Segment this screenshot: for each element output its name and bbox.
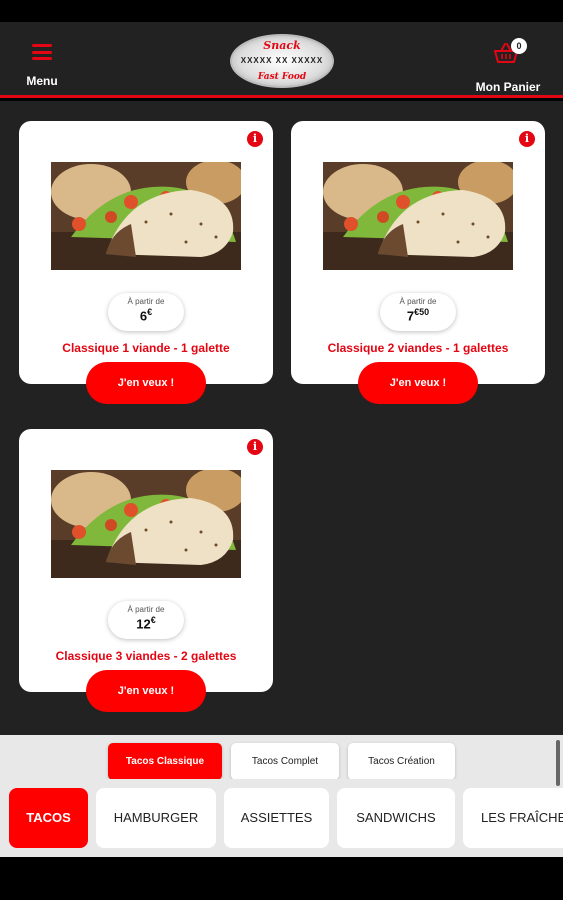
add-to-cart-button[interactable]: J'en veux !	[86, 670, 206, 712]
tab-tacos-complet[interactable]: Tacos Complet	[231, 743, 339, 780]
cart-label: Mon Panier	[475, 80, 541, 94]
cart-button[interactable]: 0 Mon Panier	[473, 36, 543, 94]
price-badge: À partir de 12€	[108, 601, 184, 639]
price-value: 7€50	[406, 307, 430, 324]
tab-tacos-creation[interactable]: Tacos Création	[348, 743, 455, 780]
category-les-fraiches[interactable]: LES FRAÎCHE	[463, 788, 563, 848]
subcategory-bar: Tacos Classique Tacos Complet Tacos Créa…	[0, 735, 563, 780]
menu-label: Menu	[26, 74, 58, 88]
category-bar: TACOS HAMBURGER ASSIETTES SANDWICHS LES …	[0, 779, 563, 857]
add-to-cart-button[interactable]: J'en veux !	[86, 362, 206, 404]
taco-image	[323, 162, 513, 270]
logo-text-bottom: Fast Food	[257, 72, 307, 82]
price-badge: À partir de 6€	[108, 293, 184, 331]
app-root: Menu Snack XXXXX XX XXXXX Fast Food 0 Mo…	[0, 0, 563, 900]
restaurant-logo[interactable]: Snack XXXXX XX XXXXX Fast Food	[230, 34, 334, 88]
info-icon[interactable]: i	[247, 131, 263, 147]
cart-count-badge: 0	[511, 38, 527, 54]
category-hamburger[interactable]: HAMBURGER	[96, 788, 216, 848]
price-from-label: À partir de	[127, 605, 165, 614]
scrollbar[interactable]	[556, 740, 560, 786]
price-from-label: À partir de	[127, 297, 165, 306]
price-badge: À partir de 7€50	[380, 293, 456, 331]
product-name: Classique 3 viandes - 2 galettes	[55, 649, 237, 663]
product-card[interactable]: i À partir de 12€ Classique 3 viandes - …	[19, 429, 273, 692]
menu-button[interactable]: Menu	[22, 36, 62, 88]
add-to-cart-button[interactable]: J'en veux !	[358, 362, 478, 404]
product-card[interactable]: i À partir de 7€50 Classique 2 viandes -…	[291, 121, 545, 384]
tab-tacos-classique[interactable]: Tacos Classique	[108, 743, 222, 780]
taco-image	[51, 162, 241, 270]
price-from-label: À partir de	[399, 297, 437, 306]
logo-text-middle: XXXXX XX XXXXX	[240, 56, 324, 65]
logo-text-top: Snack	[263, 39, 301, 52]
bottom-bar	[0, 857, 563, 900]
taco-image	[51, 470, 241, 578]
category-tacos[interactable]: TACOS	[9, 788, 88, 848]
app-header: Menu Snack XXXXX XX XXXXX Fast Food 0 Mo…	[0, 22, 563, 98]
basket-icon: 0	[493, 38, 527, 68]
category-sandwichs[interactable]: SANDWICHS	[337, 788, 455, 848]
price-value: 12€	[136, 615, 156, 632]
product-card[interactable]: i À partir de 6€ Classique 1 viande - 1 …	[19, 121, 273, 384]
info-icon[interactable]: i	[519, 131, 535, 147]
product-name: Classique 1 viande - 1 galette	[62, 341, 230, 355]
status-bar	[0, 0, 563, 22]
info-icon[interactable]: i	[247, 439, 263, 455]
category-assiettes[interactable]: ASSIETTES	[224, 788, 329, 848]
price-value: 6€	[139, 307, 153, 324]
product-name: Classique 2 viandes - 1 galettes	[327, 341, 509, 355]
hamburger-icon	[32, 44, 52, 60]
